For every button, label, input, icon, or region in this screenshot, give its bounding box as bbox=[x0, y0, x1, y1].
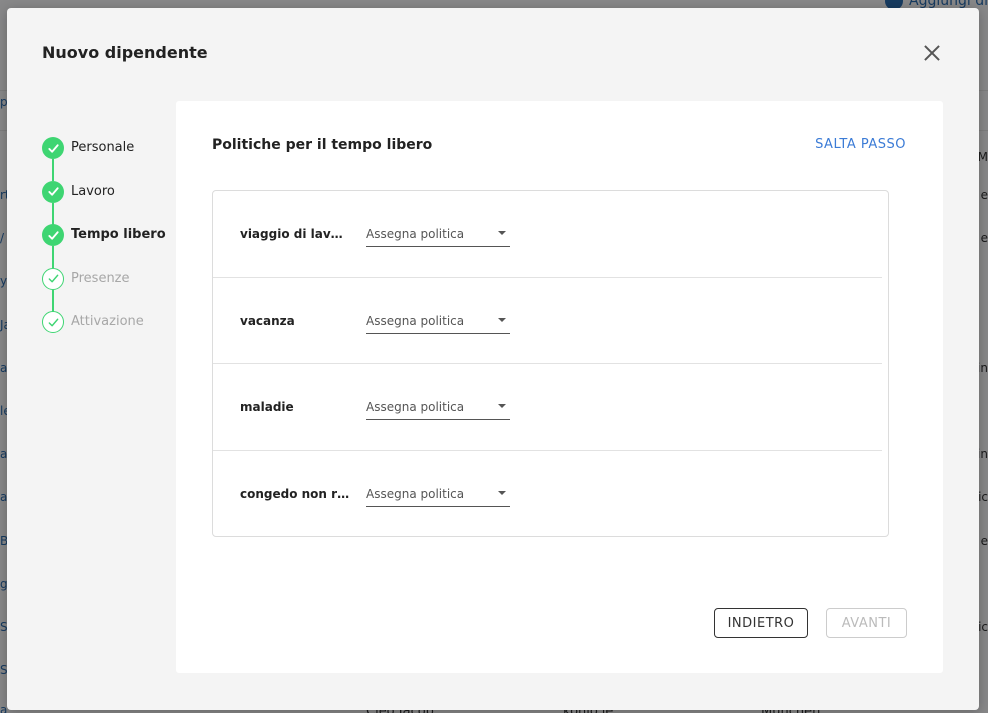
step-personale[interactable]: Personale bbox=[42, 137, 166, 181]
modal-title: Nuovo dipendente bbox=[42, 43, 208, 62]
policy-name: congedo non retribuito bbox=[240, 486, 350, 501]
policy-row: congedo non retribuito Assegna politica bbox=[213, 451, 882, 538]
back-button[interactable]: INDIETRO bbox=[714, 608, 808, 638]
step-connector bbox=[52, 289, 54, 312]
policy-select[interactable]: Assegna politica bbox=[366, 483, 510, 507]
policy-select-value: Assegna politica bbox=[366, 313, 465, 328]
policy-name: viaggio di lavoro bbox=[240, 227, 350, 241]
check-icon bbox=[42, 267, 64, 290]
caret-down-icon bbox=[498, 490, 506, 495]
step-label: Lavoro bbox=[71, 183, 115, 199]
policy-row: vacanza Assegna politica bbox=[213, 278, 882, 364]
check-icon bbox=[42, 224, 64, 246]
step-label: Presenze bbox=[71, 270, 130, 286]
step-lavoro[interactable]: Lavoro bbox=[42, 180, 166, 225]
step-attivazione[interactable]: Attivazione bbox=[42, 311, 166, 355]
policy-select-value: Assegna politica bbox=[366, 486, 465, 501]
new-employee-modal: Nuovo dipendente Personale Lavoro Tempo … bbox=[7, 8, 979, 710]
check-icon bbox=[42, 180, 64, 203]
policy-list: viaggio di lavoro Assegna politica vacan… bbox=[212, 190, 889, 537]
policy-name: vacanza bbox=[240, 313, 295, 328]
skip-step-button[interactable]: SALTA PASSO bbox=[815, 137, 906, 152]
policy-name: maladie bbox=[240, 400, 294, 414]
step-label: Tempo libero bbox=[71, 227, 166, 242]
step-connector bbox=[52, 246, 54, 268]
content-card: Politiche per il tempo libero SALTA PASS… bbox=[176, 101, 943, 673]
policy-select[interactable]: Assegna politica bbox=[366, 223, 510, 247]
check-icon bbox=[42, 311, 64, 333]
caret-down-icon bbox=[498, 231, 506, 235]
caret-down-icon bbox=[498, 404, 506, 408]
step-connector bbox=[52, 202, 54, 225]
policy-row: viaggio di lavoro Assegna politica bbox=[213, 191, 882, 278]
step-connector bbox=[52, 159, 54, 181]
policy-select-value: Assegna politica bbox=[366, 227, 465, 241]
policy-select[interactable]: Assegna politica bbox=[366, 396, 510, 420]
step-tempo-libero[interactable]: Tempo libero bbox=[42, 224, 166, 268]
policy-row: maladie Assegna politica bbox=[213, 364, 882, 451]
step-presenze[interactable]: Presenze bbox=[42, 267, 166, 312]
section-title: Politiche per il tempo libero bbox=[212, 137, 433, 153]
step-label: Attivazione bbox=[71, 314, 144, 329]
close-icon[interactable] bbox=[923, 44, 941, 62]
policy-select-value: Assegna politica bbox=[366, 400, 465, 414]
next-button[interactable]: AVANTI bbox=[826, 608, 907, 638]
step-label: Personale bbox=[71, 140, 135, 155]
policy-select[interactable]: Assegna politica bbox=[366, 310, 510, 334]
check-icon bbox=[42, 137, 64, 159]
caret-down-icon bbox=[498, 317, 506, 322]
wizard-stepper: Personale Lavoro Tempo libero Presenze A… bbox=[42, 137, 166, 355]
